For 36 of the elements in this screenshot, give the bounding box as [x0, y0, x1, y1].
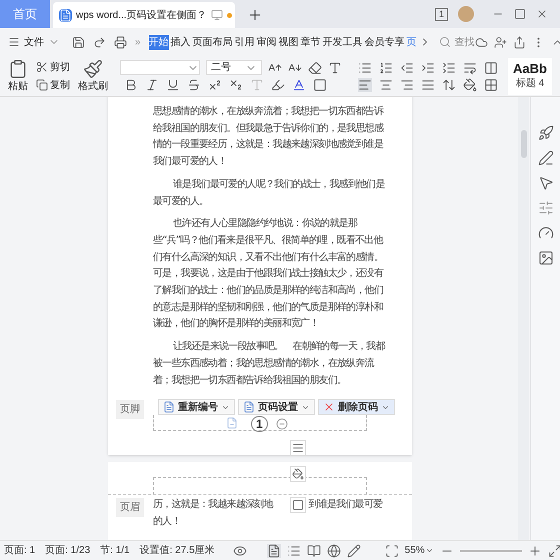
footer-tool-button[interactable]: 删除页码	[318, 399, 395, 415]
body-text: 到谁是我们最可爱	[308, 498, 382, 512]
footer-tool-button[interactable]: 页码设置	[238, 399, 315, 415]
status-text: 设置值: 27.5厘米	[140, 544, 215, 558]
ribbon-tab[interactable]: 引用	[234, 34, 255, 50]
cut-button[interactable]: 剪切	[36, 60, 70, 74]
window-count-badge[interactable]: 1	[434, 8, 448, 20]
ribbon-tab[interactable]: 页	[406, 34, 417, 50]
status-text: 节: 1/1	[100, 544, 130, 558]
copy-button[interactable]: 复制	[36, 78, 70, 92]
style-preview[interactable]: AaBb 标题 4	[508, 58, 552, 94]
body-text: 的人！	[153, 514, 182, 529]
paste-button[interactable]: 粘贴	[8, 58, 28, 94]
paragraph: 也许还有人心里隐隐约约地说：你说的就是那些“兵”吗？他们看来是很平凡、很简单的哩，既看不出他们有什么高深的知识，又看不出他们有什么丰富的感情。可是，我要说，这是由于他跟我们战士接触太少，还没有了解我们的战士：他们的品质是那样的纯洁和高尚，他们的意志是那样的坚韧和刚强，他们的气质是那样的淳朴和谦逊，他们的胸怀是那样的美丽和宽广！	[153, 216, 384, 332]
ribbon-tab[interactable]: 开发工具	[322, 34, 363, 50]
status-text: 页面: 1	[4, 544, 36, 558]
footer-label: 页脚	[116, 400, 144, 419]
file-menu[interactable]: 文件	[8, 34, 60, 50]
paragraph: 让我还是来说一段故事吧。 在朝鲜的每一天，我都被一些东西感动着；我的思想感情的潮水，在放纵奔流着；我想把一切东西都告诉给我祖国的朋友们。	[153, 340, 385, 388]
ribbon-tab[interactable]: 插入	[170, 34, 191, 50]
ribbon-tab[interactable]: 章节	[300, 34, 321, 50]
zoom-dropdown[interactable]: 55%	[404, 543, 434, 558]
paragraph: 谁是我们最可爱的人呢？我们的战士，我感到他们是最可爱的人。	[153, 178, 385, 209]
format-painter-button[interactable]: 格式刷	[78, 58, 108, 94]
footer-tool-button[interactable]: 重新编号	[158, 399, 235, 415]
ribbon-tab[interactable]: 页面布局	[192, 34, 233, 50]
body-text: 历，这就是：我越来越深刻地	[153, 498, 273, 512]
document-tab[interactable]: wps word...页码设置在侧面？	[53, 2, 235, 28]
ribbon-tab[interactable]: 会员专享	[364, 34, 405, 50]
ribbon-tab[interactable]: 视图	[278, 34, 299, 50]
page-number[interactable]: 1	[251, 416, 268, 432]
ribbon-tab[interactable]: 审阅	[256, 34, 277, 50]
header-label: 页眉	[116, 498, 144, 517]
font-size-field[interactable]: 二号	[206, 60, 262, 75]
status-text: 页面: 1/23	[45, 544, 90, 558]
paragraph: 思想感情的潮水，在放纵奔流着；我想把一切东西都告诉给我祖国的朋友们。但我最急于告诉你们的，是我思想感情的一段重要经历，这就是：我越来越深刻地感觉到谁是我们最可爱的人！	[153, 104, 385, 170]
